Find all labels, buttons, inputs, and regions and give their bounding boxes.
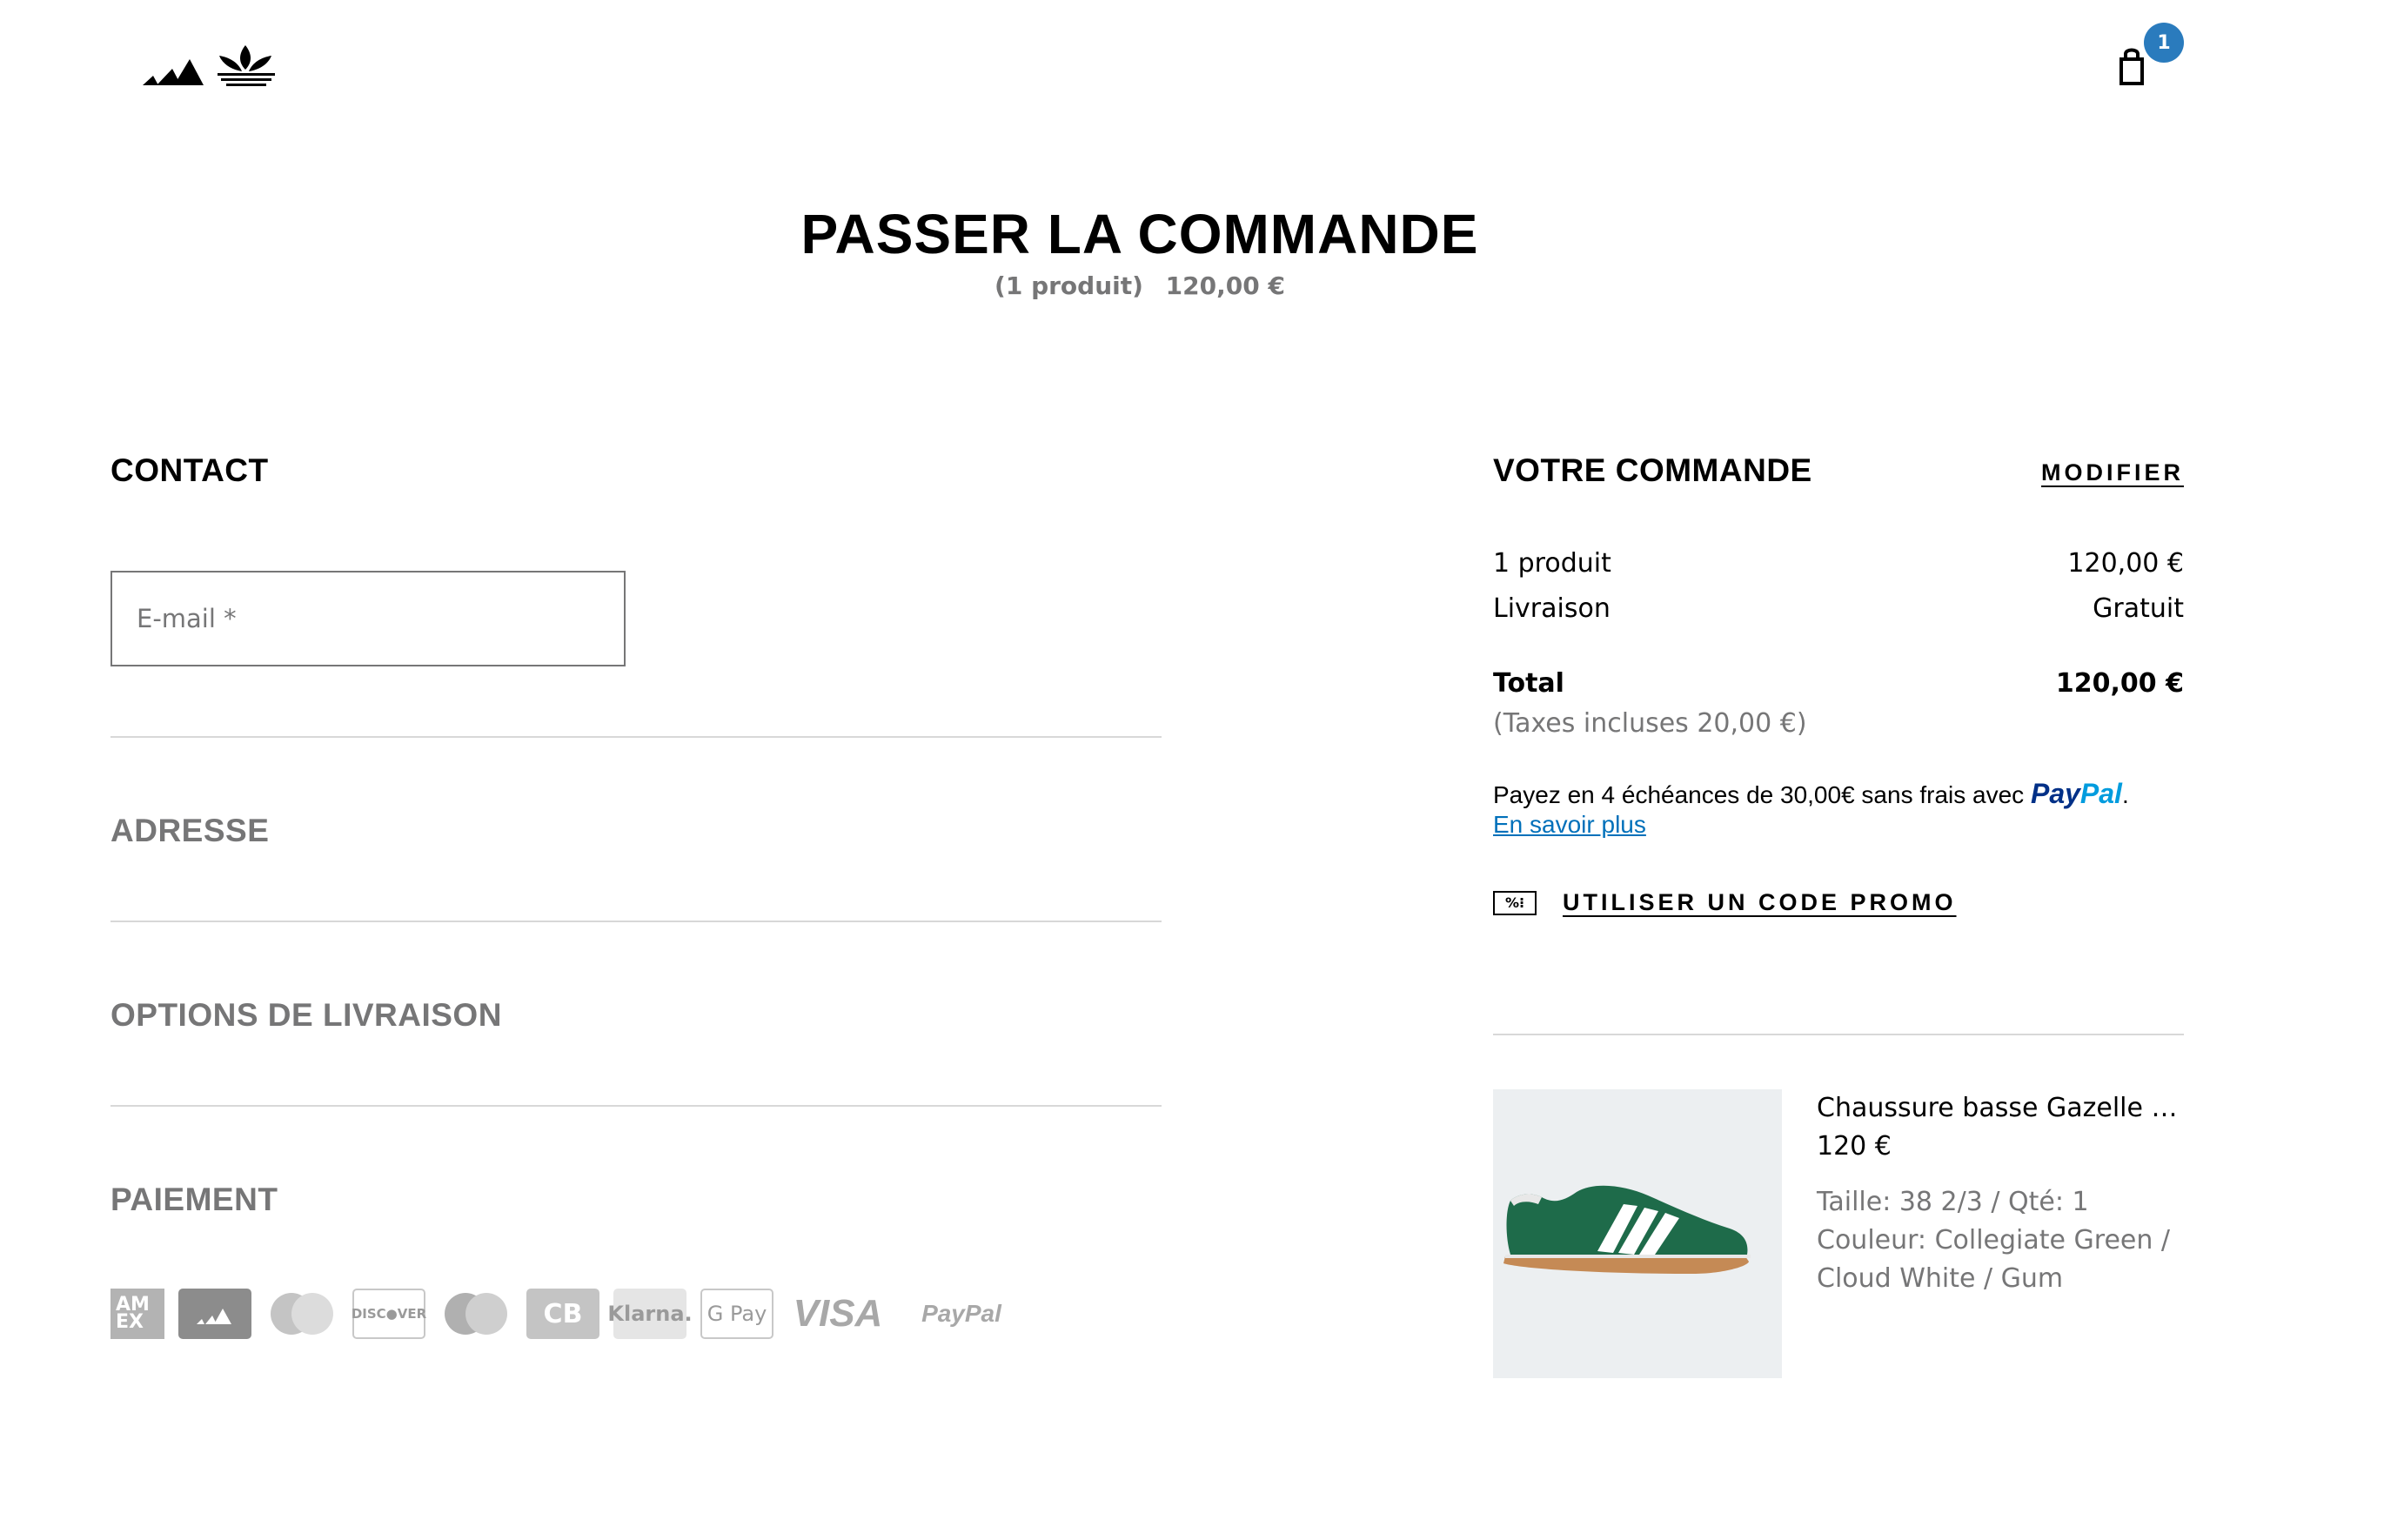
visa-icon: VISA: [793, 1292, 883, 1335]
payment-methods: AM EX DISC●VER CB Klarna. G Pay VISA Pay…: [110, 1288, 1035, 1340]
shoe-illustration: [1503, 1185, 1751, 1274]
shipping-options-heading: OPTIONS DE LIVRAISON: [110, 997, 502, 1033]
divider: [1493, 1034, 2184, 1035]
total-row: Total 120,00 €: [1493, 668, 2184, 699]
taxes-note: (Taxes incluses 20,00 €): [1493, 708, 1807, 739]
payment-heading: PAIEMENT: [110, 1182, 278, 1217]
paypal-logo-pal: Pal: [2079, 778, 2122, 809]
product-price: 120 €: [1817, 1131, 1892, 1162]
google-pay-icon: G Pay: [700, 1289, 773, 1339]
page-title: PASSER LA COMMANDE: [800, 203, 1479, 265]
promo-tag-icon: %⁝: [1493, 890, 1537, 915]
order-heading: VOTRE COMMANDE: [1493, 452, 1812, 488]
shipping-row: Livraison Gratuit: [1493, 593, 2184, 624]
product-color: Couleur: Collegiate Green / Cloud White …: [1817, 1225, 2171, 1294]
email-input[interactable]: [112, 572, 624, 665]
product-name[interactable]: Chaussure basse Gazelle Indoor: [1817, 1089, 2184, 1128]
maestro-icon: [439, 1289, 512, 1339]
divider: [110, 1105, 1162, 1107]
address-heading: ADRESSE: [110, 813, 270, 848]
page-subtitle: (1 produit) 120,00 €: [0, 271, 2280, 300]
amex-icon: AM EX: [110, 1289, 164, 1339]
klarna-icon: Klarna.: [607, 1289, 693, 1339]
cart-item: Chaussure basse Gazelle Indoor 120 € Tai…: [1493, 1089, 2184, 1380]
product-image[interactable]: [1493, 1089, 1782, 1378]
shipping-label: Livraison: [1493, 593, 1611, 624]
mastercard-icon: [265, 1289, 338, 1339]
product-meta: Taille: 38 2/3 / Qté: 1 Couleur: Collegi…: [1817, 1183, 2184, 1298]
shipping-value: Gratuit: [2093, 593, 2184, 624]
items-label: 1 produit: [1493, 548, 1611, 579]
cart-count-badge: 1: [2144, 23, 2184, 63]
contact-heading: CONTACT: [110, 452, 269, 488]
discover-icon: DISC●VER: [352, 1289, 426, 1339]
paypal-icon: PayPal: [921, 1300, 1001, 1327]
paypal-text: Payez en 4 échéances de 30,00€ sans frai…: [1493, 781, 2031, 808]
items-row: 1 produit 120,00 €: [1493, 548, 2184, 579]
order-subtotal: 120,00 €: [1165, 271, 1285, 300]
adidas-logo[interactable]: [139, 40, 280, 90]
product-count: (1 produit): [994, 271, 1143, 300]
header: 1: [0, 0, 2384, 122]
paypal-period: .: [2121, 781, 2129, 808]
learn-more-link[interactable]: En savoir plus: [1493, 811, 1646, 839]
modify-order-link[interactable]: MODIFIER: [2041, 459, 2184, 486]
adidas-giftcard-icon: [178, 1289, 251, 1339]
promo-code-button[interactable]: %⁝ UTILISER UN CODE PROMO: [1493, 889, 1957, 916]
paypal-logo: PayPal: [2031, 778, 2122, 809]
divider: [110, 921, 1162, 922]
total-value: 120,00 €: [2055, 668, 2184, 699]
divider: [110, 736, 1162, 738]
cb-icon: CB: [526, 1289, 599, 1339]
promo-code-label: UTILISER UN CODE PROMO: [1563, 889, 1957, 915]
total-label: Total: [1493, 668, 1564, 699]
product-details: Chaussure basse Gazelle Indoor 120 € Tai…: [1817, 1089, 2184, 1298]
paypal-logo-pay: Pay: [2030, 778, 2080, 809]
items-value: 120,00 €: [2067, 548, 2184, 579]
paypal-installments-message: Payez en 4 échéances de 30,00€ sans frai…: [1493, 778, 2129, 810]
product-size-qty: Taille: 38 2/3 / Qté: 1: [1817, 1187, 2089, 1217]
email-field[interactable]: [110, 571, 626, 666]
